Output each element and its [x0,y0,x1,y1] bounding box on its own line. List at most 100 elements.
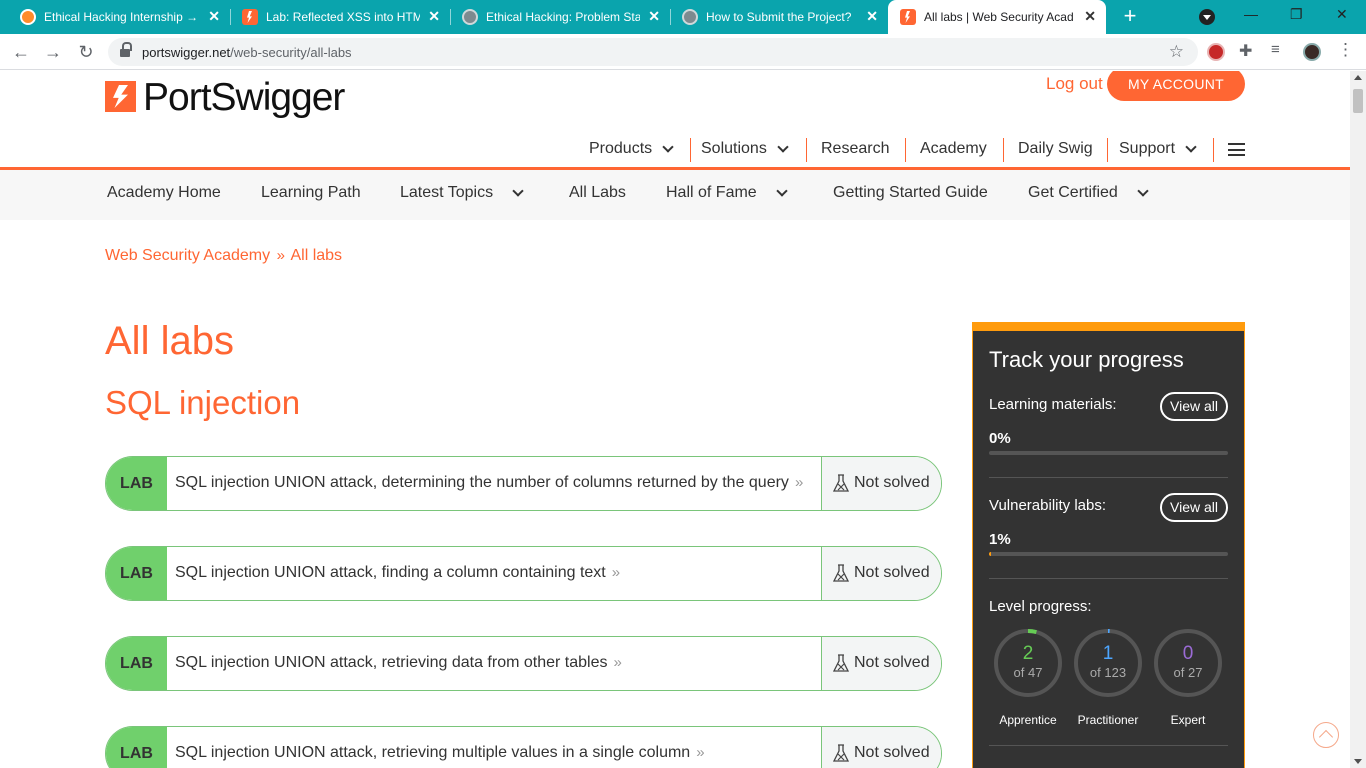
nav-academy[interactable]: Academy [920,137,987,161]
practitioner-label: Practitioner [1077,713,1139,727]
browser-tab[interactable]: Ethical Hacking Internship → ✕ [8,0,231,34]
close-tab-icon[interactable]: ✕ [208,8,220,25]
browser-tab-strip: Ethical Hacking Internship → ✕ Lab: Refl… [0,0,1366,34]
close-tab-icon[interactable]: ✕ [648,8,660,25]
double-chevron-icon: » [696,744,705,761]
url-host: portswigger.net [142,45,231,60]
address-bar[interactable]: portswigger.net/web-security/all-labs ☆ [108,38,1198,66]
lab-title-link[interactable]: SQL injection UNION attack, finding a co… [175,564,620,582]
lab-title-link[interactable]: SQL injection UNION attack, retrieving m… [175,744,705,762]
lab-card[interactable]: LAB SQL injection UNION attack, retrievi… [105,636,942,691]
nav-divider [905,138,906,162]
double-chevron-icon: » [794,474,804,491]
subnav-academy-home[interactable]: Academy Home [107,184,221,202]
panel-divider [989,745,1228,746]
lab-status-label: Not solved [854,474,930,491]
nav-daily-swig[interactable]: Daily Swig [1018,137,1093,161]
breadcrumb-home-link[interactable]: Web Security Academy [105,247,270,264]
flask-icon [833,474,849,492]
subnav-hall-of-fame[interactable]: Hall of Fame [666,184,788,202]
browser-menu-icon[interactable]: ⋮ [1337,40,1354,59]
browser-tab[interactable]: How to Submit the Project? ✕ [670,0,888,34]
back-to-top-icon[interactable] [1313,722,1339,748]
chevron-down-icon [512,184,524,197]
hamburger-menu-icon[interactable] [1228,143,1245,156]
subnav-label: Hall of Fame [666,184,757,201]
subnav-all-labs[interactable]: All Labs [569,184,626,202]
academy-subnav: Academy Home Learning Path Latest Topics… [0,170,1350,220]
nav-label: Daily Swig [1018,140,1093,157]
media-control-icon[interactable]: ≡ [1271,41,1289,59]
close-window-button[interactable]: ✕ [1336,6,1348,23]
profile-avatar[interactable] [1303,43,1321,61]
nav-solutions[interactable]: Solutions [701,137,789,161]
tab-search-icon[interactable] [1199,9,1215,25]
lock-icon[interactable] [120,42,132,58]
expert-label: Expert [1170,713,1206,727]
vulnerability-labs-label: Vulnerability labs: [989,497,1107,514]
back-arrow-icon[interactable]: ← [9,40,33,64]
close-tab-icon[interactable]: ✕ [866,8,878,25]
chevron-down-icon [777,140,789,153]
view-all-labs-button[interactable]: View all [1160,493,1228,522]
practitioner-progress-ring: 1 of 123 [1073,628,1143,698]
site-logo-text[interactable]: PortSwigger [143,76,345,120]
page-title: All labs [105,319,234,363]
view-all-learning-button[interactable]: View all [1160,392,1228,421]
breadcrumb-current-link[interactable]: All labs [290,247,342,264]
lab-badge: LAB [106,547,167,600]
logout-link[interactable]: Log out [1046,74,1103,94]
extensions-puzzle-icon[interactable]: ✚ [1239,41,1257,60]
subnav-getting-started[interactable]: Getting Started Guide [833,184,988,202]
scrollbar-thumb[interactable] [1353,89,1363,113]
url-text[interactable]: portswigger.net/web-security/all-labs [142,45,352,60]
forward-arrow-icon[interactable]: → [41,40,65,64]
bookmark-star-icon[interactable]: ☆ [1169,42,1184,62]
close-tab-icon[interactable]: ✕ [1084,8,1096,25]
maximize-button[interactable]: ❐ [1290,6,1303,23]
subnav-get-certified[interactable]: Get Certified [1028,184,1149,202]
my-account-button[interactable]: MY ACCOUNT [1107,71,1245,101]
recorder-extension-icon[interactable] [1207,43,1225,61]
lab-card[interactable]: LAB SQL injection UNION attack, retrievi… [105,726,942,768]
double-chevron-icon: » [613,654,622,671]
reload-icon[interactable]: ↻ [74,40,98,64]
browser-tab[interactable]: Ethical Hacking: Problem Stat ✕ [450,0,671,34]
portswigger-logo-icon[interactable] [105,81,136,112]
nav-products[interactable]: Products [589,137,674,161]
subnav-latest-topics[interactable]: Latest Topics [400,184,524,202]
nav-divider [806,138,807,162]
browser-tab[interactable]: Lab: Reflected XSS into HTML ✕ [230,0,451,34]
lab-card[interactable]: LAB SQL injection UNION attack, finding … [105,546,942,601]
lab-status: Not solved [821,457,941,510]
progress-panel: Track your progress Learning materials: … [972,322,1245,768]
nav-divider [690,138,691,162]
close-tab-icon[interactable]: ✕ [428,8,440,25]
subnav-learning-path[interactable]: Learning Path [261,184,361,202]
lab-card[interactable]: LAB SQL injection UNION attack, determin… [105,456,942,511]
new-tab-button[interactable]: + [1118,4,1142,28]
flask-icon [833,744,849,762]
chevron-down-icon [1185,140,1197,153]
browser-tab-active[interactable]: All labs | Web Security Acade ✕ [888,0,1106,34]
browser-toolbar: ← → ↻ portswigger.net/web-security/all-l… [0,34,1366,70]
lab-title: SQL injection UNION attack, finding a co… [175,564,606,581]
learning-progress-bar [989,451,1228,455]
scroll-up-arrow-icon[interactable] [1354,75,1362,80]
page-scrollbar[interactable] [1350,71,1366,768]
lab-status-label: Not solved [854,654,930,671]
lab-title-link[interactable]: SQL injection UNION attack, retrieving d… [175,654,622,672]
nav-label: Support [1119,140,1176,157]
nav-research[interactable]: Research [821,137,889,161]
minimize-button[interactable]: — [1244,6,1258,22]
lab-title-link[interactable]: SQL injection UNION attack, determining … [175,474,803,492]
subnav-label: Academy Home [107,184,221,201]
practitioner-total: of 123 [1089,665,1127,680]
apprentice-total: of 47 [1013,665,1043,680]
nav-support[interactable]: Support [1119,137,1197,161]
lab-badge: LAB [106,457,167,510]
lab-title: SQL injection UNION attack, determining … [175,474,789,491]
scroll-down-arrow-icon[interactable] [1354,759,1362,764]
learning-percent: 0% [989,430,1011,447]
nav-label: Products [589,140,653,157]
